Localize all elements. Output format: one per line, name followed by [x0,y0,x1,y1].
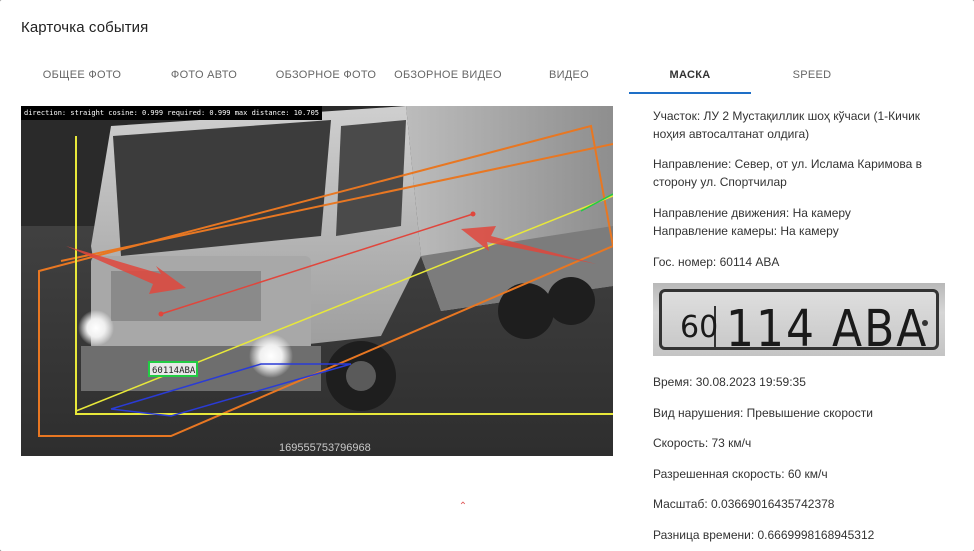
tab-video[interactable]: ВИДЕО [509,60,629,94]
front-hub [346,361,376,391]
tab-car-photo[interactable]: ФОТО АВТО [143,60,265,94]
tab-overview-video[interactable]: ОБЗОРНОЕ ВИДЕО [387,60,509,94]
windshield [113,120,331,256]
tab-bar: ОБЩЕЕ ФОТО ФОТО АВТО ОБЗОРНОЕ ФОТО ОБЗОР… [21,60,961,94]
frame-id-label: 169555753796968 [279,442,371,454]
grille [111,271,261,321]
info-movement-direction: Направление движения: На камеру [653,206,851,220]
info-camera-direction: Направление камеры: На камеру [653,224,839,238]
mask-image: 60114ABA direction: straight cosine: 0.9… [21,106,613,456]
plate-frame: 60 114 ABA [659,289,939,356]
info-section: Участок: ЛУ 2 Мустақиллик шоҳ кўчаси (1-… [653,109,921,141]
info-time-diff: Разница времени: 0.6669998168945312 [653,528,875,542]
headlight-left [78,310,114,346]
info-time: Время: 30.08.2023 19:59:35 [653,375,806,389]
info-scale: Масштаб: 0.03669016435742378 [653,497,835,511]
info-plate-number: Гос. номер: 60114 ABA [653,255,780,269]
plate-region-code: 60 [680,306,718,350]
info-allowed-speed: Разрешенная скорость: 60 км/ч [653,467,828,481]
tab-speed[interactable]: SPEED [751,60,873,94]
info-violation: Вид нарушения: Превышение скорости [653,406,873,420]
plate-crop-image: 60 114 ABA [653,283,945,356]
headlight-right [249,334,293,378]
info-direction: Направление: Север, от ул. Ислама Каримо… [653,157,923,189]
trajectory-start-point [158,311,164,317]
tab-general-photo[interactable]: ОБЩЕЕ ФОТО [21,60,143,94]
event-card-modal: Карточка события ОБЩЕЕ ФОТО ФОТО АВТО ОБ… [0,0,974,551]
rear-wheel-2 [547,277,595,325]
chevron-up-icon[interactable]: ⌃ [458,502,468,512]
trajectory-end-point [470,211,476,217]
debug-overlay-text: direction: straight cosine: 0.999 requir… [21,106,323,120]
plate-detection-label: 60114ABA [152,366,196,376]
modal-title: Карточка события [21,19,149,36]
info-speed: Скорость: 73 км/ч [653,436,752,450]
plate-characters: 114 ABA [726,300,929,356]
mask-image-svg: 60114ABA [21,106,613,456]
plate-bolt [922,320,928,326]
tab-mask[interactable]: МАСКА [629,60,751,94]
tab-overview-photo[interactable]: ОБЗОРНОЕ ФОТО [265,60,387,94]
